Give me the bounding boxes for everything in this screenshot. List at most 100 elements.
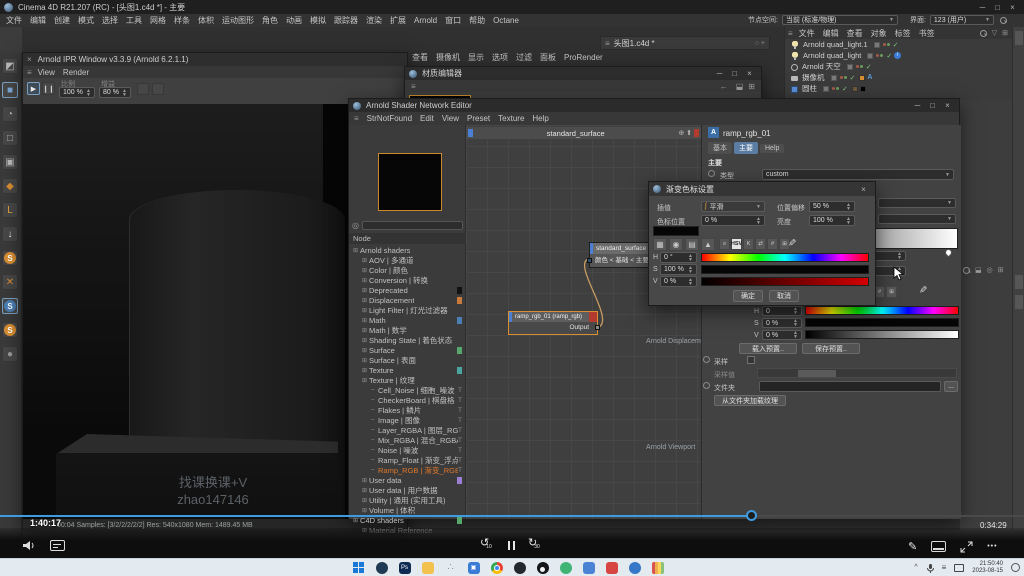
tree-item[interactable]: ⊞Math | 数学 (350, 325, 465, 335)
dock-tab[interactable] (1015, 31, 1023, 45)
object-toggles[interactable]: ✓ (847, 63, 874, 71)
ipr-tool-button[interactable] (137, 83, 149, 95)
material-mode-icon[interactable]: ◩ (2, 58, 18, 74)
kelvin-mode[interactable]: K (743, 238, 754, 250)
object-item[interactable]: 摄像机✓A (785, 72, 1012, 83)
visibility-dot[interactable] (856, 65, 859, 68)
shader-preview[interactable] (378, 153, 442, 211)
menubar-item-Octane[interactable]: Octane (493, 16, 519, 25)
ipr-pause-button[interactable]: ❙❙ (42, 82, 55, 95)
snap-blue-icon[interactable]: S (2, 298, 18, 314)
display-icon[interactable] (954, 564, 964, 572)
s-field[interactable]: 0 %▲▼ (762, 318, 802, 328)
visibility-dot[interactable] (876, 54, 879, 57)
shader-editor-menu-item-Preset[interactable]: Preset (467, 114, 490, 123)
viewport-menu-item-选项[interactable]: 选项 (492, 52, 508, 63)
menubar-item-渲染[interactable]: 渲染 (366, 15, 382, 26)
app-dark-icon[interactable] (513, 561, 526, 574)
load-textures-button[interactable]: 从文件夹加载纹理 (714, 395, 786, 406)
video-progress-remaining[interactable] (752, 515, 1024, 517)
search-icon[interactable] (375, 561, 388, 574)
om-add-icon[interactable]: ⊞ (1002, 29, 1008, 37)
brightness-field[interactable]: 100 %▲▼ (809, 215, 855, 226)
minimize-button[interactable]: ─ (910, 101, 925, 110)
s-field[interactable]: 100 %▲▼ (660, 264, 697, 275)
menubar-item-窗口[interactable]: 窗口 (445, 15, 461, 26)
layer-checkbox[interactable] (874, 42, 880, 48)
tree-item[interactable]: –Ramp_Float | 渐变_浮点T (350, 455, 465, 465)
viewport-menu-item-查看[interactable]: 查看 (412, 52, 428, 63)
swatch-table-mode[interactable]: ⊞ (886, 286, 897, 298)
visibility-dot[interactable] (883, 43, 886, 46)
tree-item[interactable]: –CheckerBoard | 棋盘格T (350, 395, 465, 405)
tree-item[interactable]: ⊞Texture | 纹理 (350, 375, 465, 385)
om-search-icon[interactable] (980, 30, 987, 37)
render-dot[interactable] (887, 43, 890, 46)
forward-30-button[interactable]: ↻30 (528, 538, 546, 552)
workplane-mode-icon[interactable]: □ (2, 130, 18, 146)
hsv-mode[interactable]: HSV (731, 238, 742, 250)
render-dot[interactable] (860, 65, 863, 68)
menubar-item-Arnold[interactable]: Arnold (414, 16, 437, 25)
menubar-item-模式[interactable]: 模式 (78, 15, 94, 26)
sphere-tool-icon[interactable]: ● (2, 346, 18, 362)
teams-icon[interactable] (582, 561, 595, 574)
danmaku-icon[interactable] (50, 540, 65, 551)
menubar-item-运动图形[interactable]: 运动图形 (222, 15, 254, 26)
ok-button[interactable]: 确定 (733, 290, 763, 302)
points-mode-icon[interactable]: ▣ (2, 154, 18, 170)
menubar-item-样条[interactable]: 样条 (174, 15, 190, 26)
tree-item[interactable]: ⊞Color | 颜色 (350, 265, 465, 275)
node-search-input[interactable] (362, 221, 463, 230)
type-select[interactable]: custom▼ (762, 169, 954, 180)
menubar-item-体积[interactable]: 体积 (198, 15, 214, 26)
menubar-item-模拟[interactable]: 模拟 (310, 15, 326, 26)
object-toggles[interactable]: ✓ (874, 41, 901, 49)
close-button[interactable]: × (1005, 3, 1020, 12)
tree-item[interactable]: ⊞Conversion | 转换 (350, 275, 465, 285)
menubar-item-工具[interactable]: 工具 (126, 15, 142, 26)
eyedropper-icon[interactable]: ✎ (917, 285, 928, 293)
pause-button[interactable] (508, 541, 518, 550)
sample-checkbox[interactable] (747, 356, 755, 364)
picture-icon[interactable]: ▲ (701, 238, 715, 251)
am-target-icon[interactable]: ◎ (987, 266, 993, 274)
tab-基本[interactable]: 基本 (708, 142, 732, 154)
photoshop-icon[interactable]: Ps (398, 561, 411, 574)
render-dot[interactable] (880, 54, 883, 57)
mix-mode[interactable]: ⇄ (755, 238, 766, 250)
arnold-tag-icon[interactable]: A (867, 74, 872, 81)
render-dot[interactable] (836, 87, 839, 90)
tab-主要[interactable]: 主要 (734, 142, 758, 154)
video-scrubber[interactable] (746, 510, 757, 521)
info-badge-icon[interactable]: i (894, 52, 901, 59)
model-mode-icon[interactable]: ■ (2, 82, 18, 98)
rewind-10-button[interactable]: ↺10 (480, 538, 498, 552)
h-field[interactable]: 0▲▼ (762, 306, 802, 316)
tree-item[interactable]: ⊞Shading State | 着色状态 (350, 335, 465, 345)
viewport-menu-item-ProRender[interactable]: ProRender (564, 53, 603, 62)
ipr-tool-button[interactable] (152, 83, 164, 95)
taskbar-clock[interactable]: 21:50:40 2023-08-15 (972, 561, 1003, 575)
close-button[interactable]: × (742, 69, 757, 78)
video-progress-played[interactable] (0, 515, 752, 517)
layer-checkbox[interactable] (867, 53, 873, 59)
texture-mode-icon[interactable]: ◔ (2, 106, 18, 122)
enable-axis-icon[interactable]: ↓ (2, 226, 18, 242)
save-preset-button[interactable]: 保存预置.. (802, 343, 860, 354)
tree-item[interactable]: –Ramp_RGB | 渐变_RGBT (350, 465, 465, 475)
shader-editor-menu-item-StrNotFound[interactable]: StrNotFound (367, 114, 412, 123)
v-bar[interactable] (805, 330, 959, 339)
tree-item[interactable]: ⊞Utility | 通用 (实用工具) (350, 495, 465, 505)
object-manager-menu-item-查看[interactable]: 查看 (847, 28, 863, 39)
am-lock-icon[interactable]: ⬓ (975, 266, 982, 274)
menubar-item-角色[interactable]: 角色 (262, 15, 278, 26)
output-port[interactable] (595, 325, 600, 330)
object-item[interactable]: Arnold quad_light✓i (785, 50, 1012, 61)
tree-item[interactable]: ⊞Surface (350, 345, 465, 355)
hamburger-icon[interactable]: ≡ (354, 114, 359, 123)
hamburger-icon[interactable]: ≡ (411, 82, 416, 91)
wechat-icon[interactable] (559, 561, 572, 574)
notebook-icon[interactable] (651, 561, 664, 574)
tree-item[interactable]: ⊞User data | 用户数据 (350, 485, 465, 495)
